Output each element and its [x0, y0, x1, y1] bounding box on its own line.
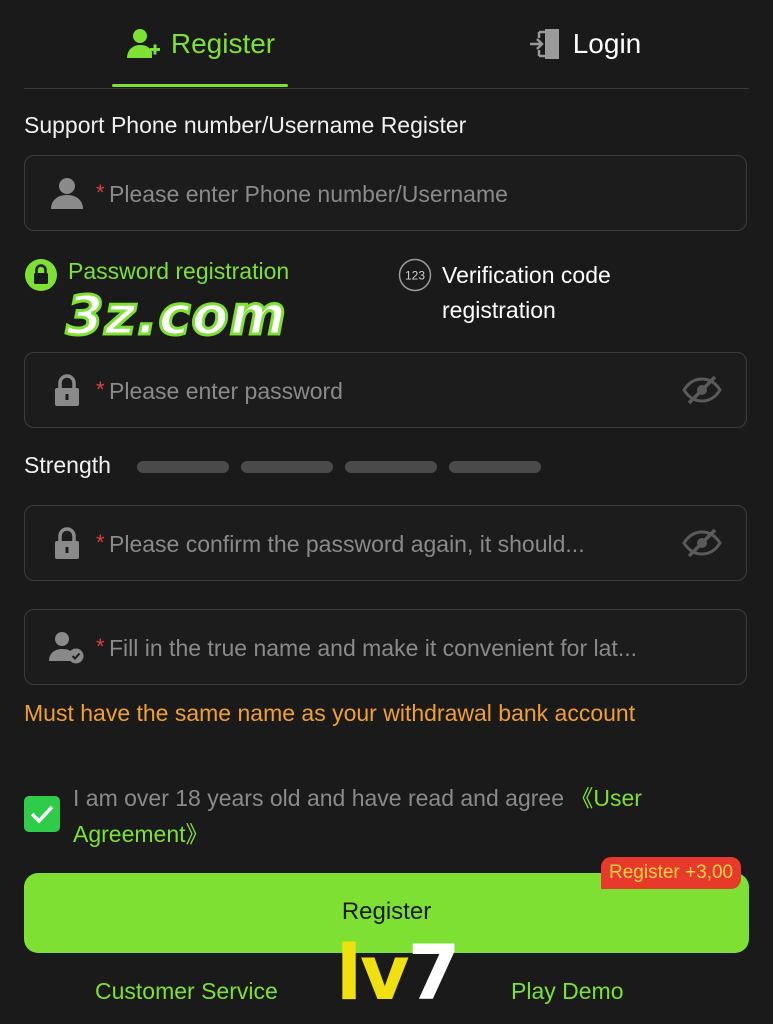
user-check-icon — [49, 629, 85, 665]
numeric-code-icon: 123 — [398, 258, 432, 292]
real-name-input[interactable] — [109, 628, 722, 668]
verification-code-option[interactable]: 123 Verification code registration — [398, 258, 611, 328]
strength-bar — [137, 461, 229, 473]
active-tab-indicator — [112, 84, 288, 87]
username-input[interactable] — [109, 174, 676, 214]
tab-login-label: Login — [572, 28, 642, 59]
required-mark: * — [96, 377, 105, 402]
add-user-icon — [125, 26, 161, 62]
tab-login[interactable]: Login — [504, 0, 664, 88]
strength-bar — [345, 461, 437, 473]
strength-bar — [449, 461, 541, 473]
section-label: Support Phone number/Username Register — [24, 112, 467, 138]
tab-register-label: Register — [170, 28, 276, 59]
confirm-password-field: * — [24, 505, 747, 581]
check-icon — [30, 805, 54, 824]
lock-icon — [49, 372, 85, 408]
auth-tabs: Register Login — [24, 0, 749, 89]
tab-register[interactable]: Register — [112, 0, 288, 88]
lock-badge-icon — [24, 258, 58, 292]
brand-logo: lv7 — [336, 928, 460, 1017]
watermark-logo: 3z.com — [65, 283, 288, 349]
password-field: * — [24, 352, 747, 428]
customer-service-link[interactable]: Customer Service — [95, 978, 278, 1005]
register-bonus-badge: Register +3,00 — [601, 857, 742, 889]
verification-code-label: Verification code registration — [442, 262, 611, 323]
svg-text:123: 123 — [405, 269, 425, 283]
user-icon — [49, 175, 85, 211]
lock-icon — [49, 525, 85, 561]
login-door-icon — [527, 26, 563, 62]
bank-name-warning: Must have the same name as your withdraw… — [24, 700, 636, 726]
agreement-text: I am over 18 years old and have read and… — [73, 785, 642, 847]
required-mark: * — [96, 634, 105, 659]
eye-off-icon[interactable] — [680, 525, 724, 561]
required-mark: * — [96, 530, 105, 555]
confirm-password-input[interactable] — [109, 524, 676, 564]
real-name-field: * — [24, 609, 747, 685]
strength-label: Strength — [24, 452, 111, 478]
password-input[interactable] — [109, 371, 676, 411]
required-mark: * — [96, 180, 105, 205]
username-field: * — [24, 155, 747, 231]
play-demo-link[interactable]: Play Demo — [511, 978, 623, 1005]
agreement-checkbox[interactable] — [24, 796, 60, 832]
strength-bar — [241, 461, 333, 473]
eye-off-icon[interactable] — [680, 372, 724, 408]
